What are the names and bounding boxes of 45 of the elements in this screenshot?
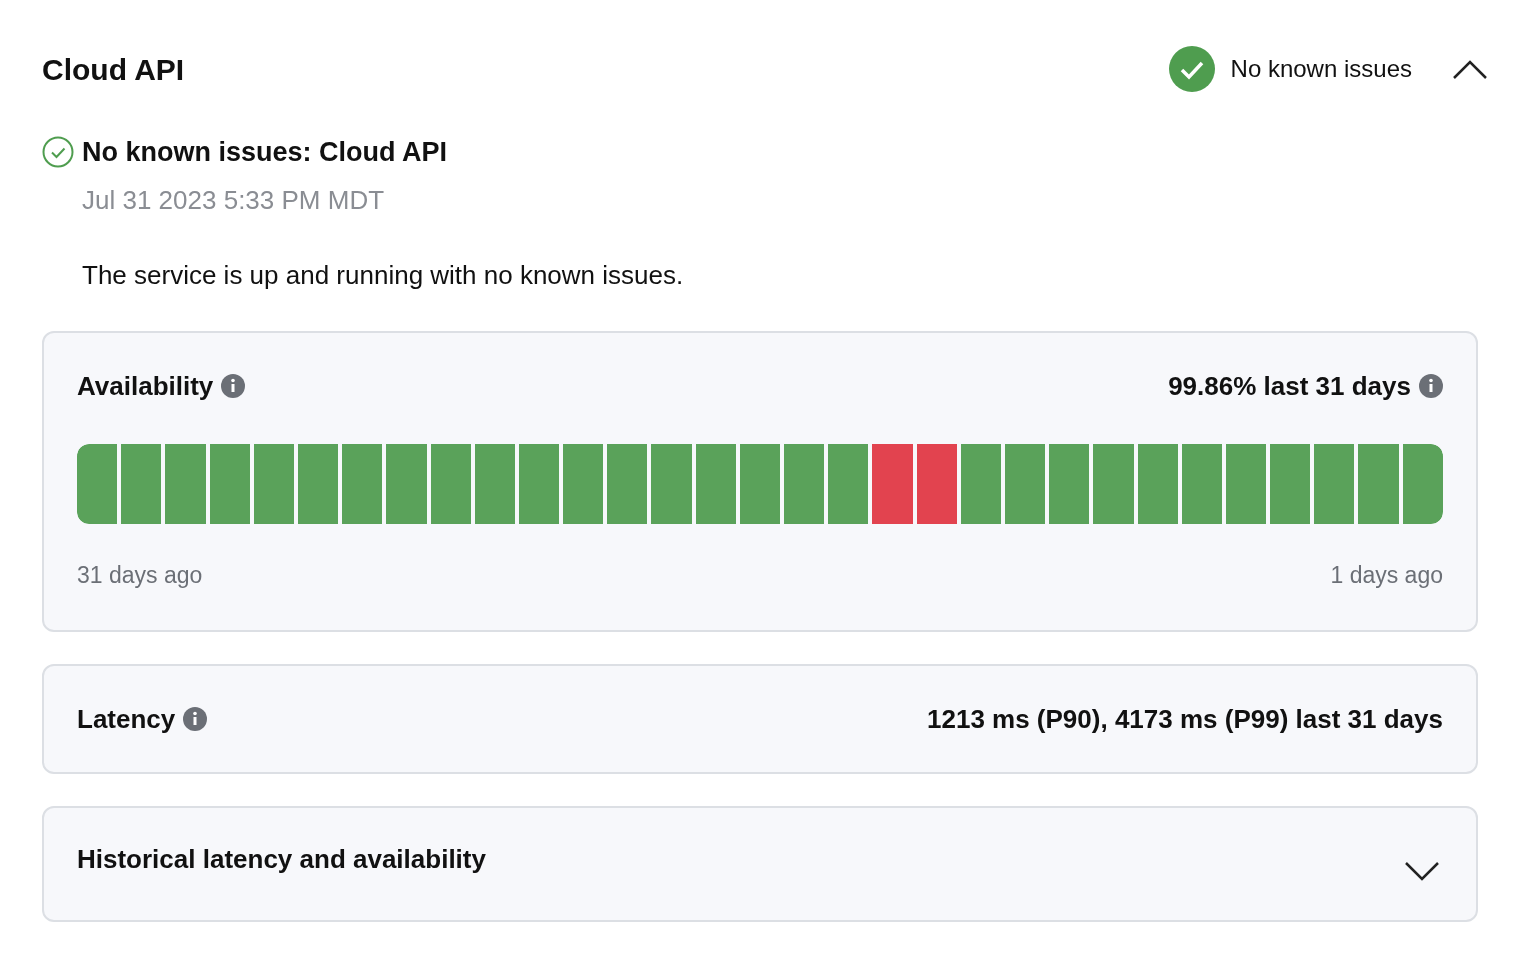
incident-time: Jul 31 2023 5:33 PM MDT (82, 183, 386, 217)
day-bar[interactable] (784, 443, 825, 524)
axis-end-label: 1 days ago (1330, 560, 1443, 590)
day-bar[interactable] (1181, 443, 1222, 524)
card-title: Latency (77, 702, 176, 736)
day-bar[interactable] (739, 443, 780, 524)
day-bar[interactable] (342, 443, 383, 524)
day-bar[interactable] (1225, 443, 1267, 524)
day-bar[interactable] (1270, 443, 1311, 524)
service-title: Cloud API (42, 51, 185, 88)
info-icon[interactable] (1419, 374, 1443, 398)
latency-summary: 1213 ms (P90), 4173 ms (P99) last 31 days (927, 702, 1443, 736)
day-bar[interactable] (1004, 443, 1046, 524)
day-bar[interactable] (916, 443, 957, 524)
day-bar[interactable] (1137, 443, 1178, 524)
card-title: Historical latency and availability (77, 842, 486, 876)
axis-start-label: 31 days ago (77, 560, 203, 590)
day-bar[interactable] (960, 443, 1001, 524)
day-bar[interactable] (695, 443, 736, 524)
incident-title: No known issues: Cloud API (82, 136, 448, 169)
status-text: No known issues (1230, 54, 1412, 84)
day-bar[interactable] (1049, 443, 1090, 524)
check-circle-icon (42, 136, 74, 169)
expand-chevron-icon[interactable] (1404, 859, 1440, 881)
day-bar[interactable] (253, 443, 294, 524)
day-bar[interactable] (297, 443, 339, 524)
day-bar[interactable] (430, 443, 471, 524)
info-icon[interactable] (183, 707, 208, 731)
day-bar[interactable] (1402, 443, 1443, 524)
day-bar[interactable] (563, 443, 604, 524)
day-bar[interactable] (77, 443, 118, 524)
day-bar[interactable] (828, 443, 869, 524)
check-circle-icon (1168, 46, 1215, 92)
availability-summary: 99.86% last 31 days (1168, 369, 1411, 403)
incident-description: The service is up and running with no known issues. (82, 258, 685, 292)
day-bar[interactable] (209, 443, 250, 524)
info-icon[interactable] (221, 374, 246, 398)
day-bar[interactable] (474, 443, 515, 524)
card-title: Availability (77, 369, 214, 403)
day-bar[interactable] (1314, 443, 1355, 524)
collapse-chevron-icon[interactable] (1452, 58, 1488, 80)
day-bar[interactable] (121, 443, 162, 524)
day-bar[interactable] (607, 443, 648, 524)
history-card[interactable]: Historical latency and availability (42, 806, 1478, 922)
day-bar[interactable] (518, 443, 560, 524)
